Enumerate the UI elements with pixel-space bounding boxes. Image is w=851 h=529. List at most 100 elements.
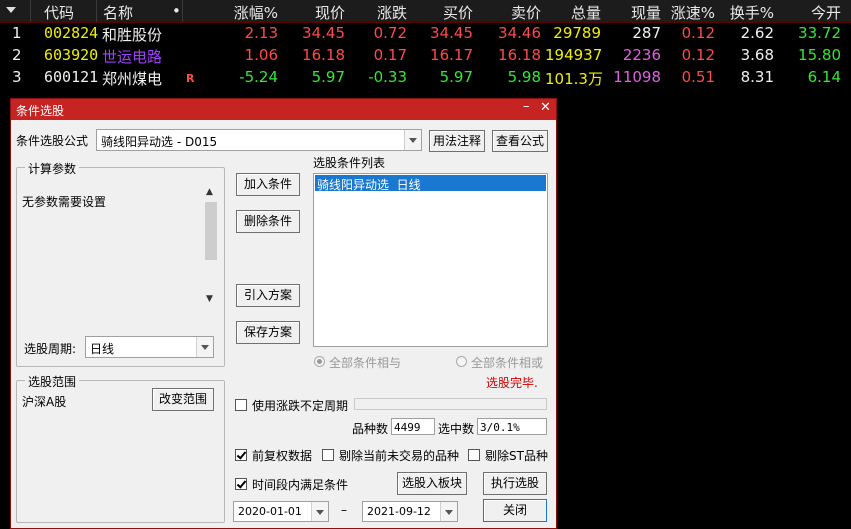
price: 5.97: [311, 68, 345, 86]
change-scope-button[interactable]: 改变范围: [152, 388, 214, 411]
add-to-block-button[interactable]: 选股入板块: [397, 472, 467, 495]
ask: 34.46: [498, 24, 541, 42]
formula-select-value: 骑线阳异动选 - D015: [101, 135, 218, 149]
col-header-turnover[interactable]: 换手%: [720, 2, 774, 23]
delete-condition-button[interactable]: 删除条件: [236, 210, 300, 233]
price: 16.18: [302, 46, 345, 64]
chevron-down-icon[interactable]: [311, 502, 328, 521]
chevron-down-icon[interactable]: [196, 337, 213, 357]
forward-adjust-checkbox[interactable]: [235, 449, 247, 461]
turnover: 3.68: [740, 46, 774, 64]
col-header-current-volume[interactable]: 现量: [605, 2, 661, 23]
period-label: 选股周期:: [24, 342, 77, 356]
menu-dropdown-icon[interactable]: [6, 7, 16, 13]
change-pct: -5.24: [239, 68, 278, 86]
volume: 194937: [545, 46, 603, 64]
view-formula-button[interactable]: 查看公式: [492, 130, 548, 152]
all-and-radio[interactable]: [314, 356, 325, 367]
col-header-speed[interactable]: 涨速%: [663, 2, 715, 23]
params-group-title: 计算参数: [25, 160, 80, 177]
change-pct: 1.06: [244, 46, 278, 64]
formula-select[interactable]: 骑线阳异动选 - D015: [96, 129, 422, 151]
date-to-value: 2021-09-12: [367, 505, 431, 518]
open-price: 6.14: [807, 68, 841, 86]
ask: 5.98: [507, 68, 541, 86]
close-button[interactable]: 关闭: [483, 499, 547, 522]
speed: 0.12: [681, 46, 715, 64]
count-field: 4499: [391, 418, 435, 435]
variable-period-checkbox[interactable]: [235, 399, 247, 411]
stock-name: 郑州煤电: [102, 70, 163, 88]
column-divider: [96, 0, 97, 22]
all-and-label: 全部条件相与: [329, 356, 402, 370]
scope-value: 沪深A股: [22, 395, 67, 409]
scrollbar-thumb[interactable]: [205, 202, 217, 260]
volume: 101.3万: [545, 70, 603, 88]
price: 34.45: [302, 24, 345, 42]
dialog-title: 条件选股: [16, 104, 65, 118]
date-from-picker[interactable]: 2020-01-01: [233, 501, 329, 522]
exclude-untraded-label: 剔除当前未交易的品种: [339, 449, 460, 463]
col-header-change[interactable]: 涨跌: [345, 2, 407, 23]
time-range-checkbox[interactable]: [235, 478, 247, 490]
column-divider: [182, 0, 183, 22]
all-or-radio[interactable]: [456, 356, 467, 367]
col-header-code[interactable]: 代码: [44, 2, 74, 23]
volume: 29789: [553, 24, 601, 42]
list-item[interactable]: 骑线阳异动选 日线: [315, 175, 546, 192]
chevron-down-icon[interactable]: [440, 502, 457, 521]
scope-group: 选股范围 沪深A股 改变范围: [16, 373, 225, 523]
import-plan-button[interactable]: 引入方案: [236, 284, 300, 307]
execute-button[interactable]: 执行选股: [483, 472, 547, 495]
table-row[interactable]: 2 603920 世运电路 1.06 16.18 0.17 16.17 16.1…: [0, 44, 851, 66]
col-header-volume[interactable]: 总量: [545, 2, 601, 23]
speed: 0.12: [681, 24, 715, 42]
all-or-label: 全部条件相或: [471, 356, 544, 370]
row-index: 3: [12, 68, 22, 86]
bid: 34.45: [430, 24, 473, 42]
scroll-down-icon[interactable]: ▼: [206, 294, 213, 304]
close-icon[interactable]: ✕: [540, 100, 551, 115]
scroll-up-icon[interactable]: ▲: [206, 187, 213, 197]
no-params-text: 无参数需要设置: [22, 195, 107, 209]
open-price: 15.80: [798, 46, 841, 64]
formula-label: 条件选股公式: [16, 134, 89, 148]
bid: 5.97: [439, 68, 473, 86]
save-plan-button[interactable]: 保存方案: [236, 321, 300, 344]
condition-list[interactable]: 骑线阳异动选 日线: [313, 173, 548, 347]
date-to-picker[interactable]: 2021-09-12: [362, 501, 458, 522]
row-index: 2: [12, 46, 22, 64]
count-label: 品种数: [352, 422, 389, 436]
period-select-value: 日线: [90, 342, 115, 356]
period-select[interactable]: 日线: [85, 336, 214, 358]
col-header-ask[interactable]: 卖价: [475, 2, 541, 23]
col-header-bid[interactable]: 买价: [410, 2, 473, 23]
params-scrollbar[interactable]: ▲ ▼: [203, 186, 219, 310]
change: -0.33: [368, 68, 407, 86]
stock-name: 和胜股份: [102, 26, 163, 44]
col-header-open[interactable]: 今开: [780, 2, 841, 23]
usage-notes-button[interactable]: 用法注释: [429, 130, 485, 152]
current-volume: 287: [632, 24, 661, 42]
progress-bar: [354, 398, 547, 410]
column-divider: [30, 0, 31, 22]
exclude-st-checkbox[interactable]: [468, 449, 480, 461]
minimize-icon[interactable]: –: [523, 99, 530, 114]
change: 0.17: [373, 46, 407, 64]
chevron-down-icon[interactable]: [404, 130, 421, 150]
open-price: 33.72: [798, 24, 841, 42]
condition-item-label: 骑线阳异动选 日线: [317, 178, 421, 192]
add-condition-button[interactable]: 加入条件: [236, 173, 300, 196]
condition-list-label: 选股条件列表: [313, 156, 386, 170]
table-row[interactable]: 3 600121 郑州煤电 R -5.24 5.97 -0.33 5.97 5.…: [0, 66, 851, 88]
col-header-name[interactable]: 名称: [103, 2, 133, 23]
col-header-marker: •: [172, 2, 181, 20]
exclude-untraded-checkbox[interactable]: [322, 449, 334, 461]
stock-name: 世运电路: [102, 48, 163, 66]
date-from-value: 2020-01-01: [238, 505, 302, 518]
col-header-price[interactable]: 现价: [280, 2, 345, 23]
table-row[interactable]: 1 002824 和胜股份 2.13 34.45 0.72 34.45 34.4…: [0, 22, 851, 44]
col-header-change-pct[interactable]: 涨幅%: [200, 2, 278, 23]
dialog-title-bar[interactable]: 条件选股 – ✕: [11, 99, 556, 120]
ask: 16.18: [498, 46, 541, 64]
